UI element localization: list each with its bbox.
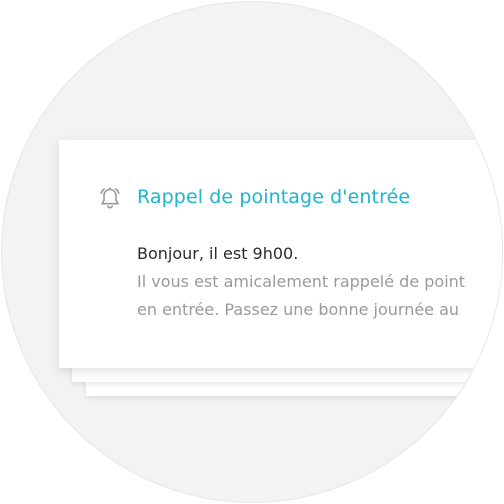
- notification-body-line-2: en entrée. Passez une bonne journée au: [137, 300, 460, 319]
- notification-preview: Rappel de pointage d'entrée Bonjour, il …: [0, 0, 504, 504]
- notification-greeting: Bonjour, il est 9h00.: [137, 244, 299, 263]
- notification-title: Rappel de pointage d'entrée: [137, 186, 411, 208]
- bell-icon: [96, 184, 124, 212]
- notification-body-line-1: Il vous est amicalement rappelé de point: [137, 272, 466, 291]
- notification-card[interactable]: Rappel de pointage d'entrée Bonjour, il …: [59, 140, 502, 368]
- circular-backdrop: Rappel de pointage d'entrée Bonjour, il …: [1, 1, 503, 503]
